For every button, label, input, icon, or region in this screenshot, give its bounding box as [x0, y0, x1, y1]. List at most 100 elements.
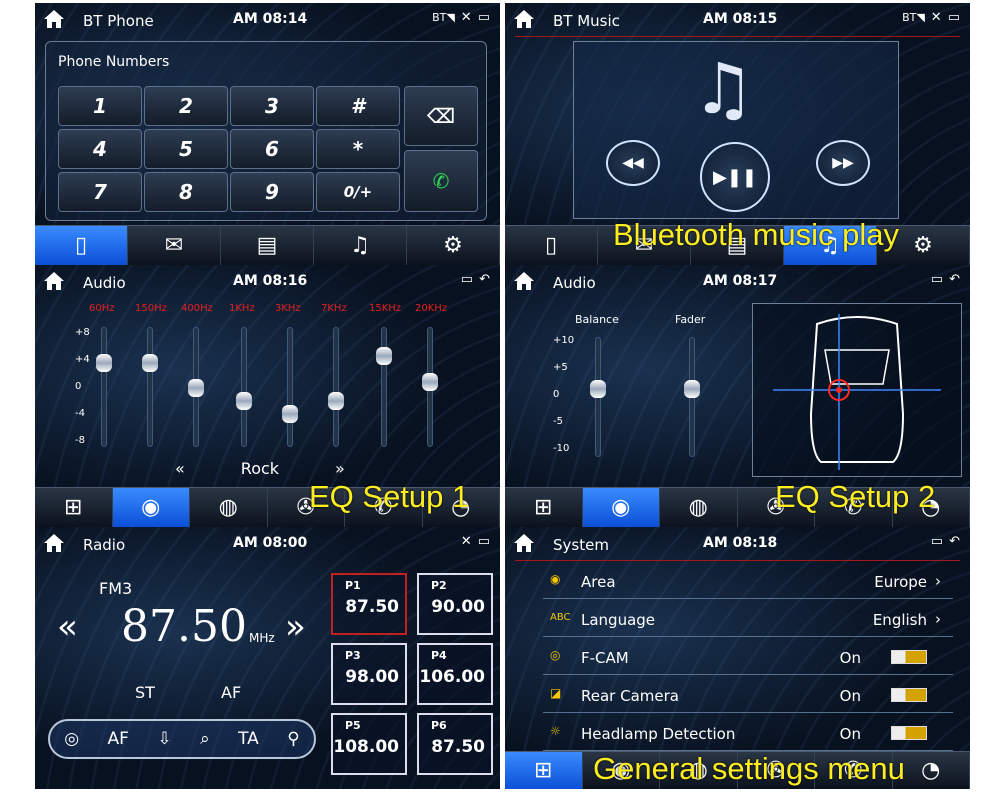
search-icon[interactable]: ⌕ — [200, 729, 210, 749]
key-hash[interactable]: # — [316, 86, 400, 126]
screen-icon[interactable]: ▭ — [931, 534, 943, 549]
preset-p1[interactable]: P1 87.50 — [331, 573, 407, 635]
screen-icon[interactable]: ▭ — [478, 10, 490, 25]
tab-speaker[interactable]: ◉ — [583, 752, 660, 789]
tab-phonebook[interactable]: ▤ — [691, 226, 784, 265]
preset-p4[interactable]: P4 106.00 — [417, 643, 493, 705]
back-icon[interactable]: ↶ — [949, 272, 960, 287]
tab-settings[interactable]: ⚙ — [407, 226, 500, 265]
tab-windows[interactable]: ⊞ — [35, 488, 113, 527]
tab-palette[interactable]: ◍ — [660, 488, 738, 527]
eq-slider-1KHz[interactable] — [236, 327, 252, 447]
key-4[interactable]: 4 — [58, 129, 142, 169]
back-icon[interactable]: ↶ — [479, 272, 490, 287]
home-icon[interactable] — [513, 9, 535, 29]
setting-row-fcam[interactable]: ◎ F-CAM On — [543, 637, 953, 675]
tab-palette[interactable]: ◍ — [190, 488, 268, 527]
home-icon[interactable] — [513, 271, 535, 291]
key-6[interactable]: 6 — [230, 129, 314, 169]
key-5[interactable]: 5 — [144, 129, 228, 169]
tab-film[interactable]: ✇ — [268, 488, 345, 527]
tab-clock[interactable]: ◔ — [893, 752, 970, 789]
setting-row-language[interactable]: ABC Language English › — [543, 599, 953, 637]
home-icon[interactable] — [43, 533, 65, 553]
eq-slider-400Hz[interactable] — [188, 327, 204, 447]
toggle-switch[interactable] — [891, 688, 927, 702]
car-position-map[interactable] — [752, 303, 962, 477]
preset-next-button[interactable]: » — [335, 459, 345, 478]
screen-icon[interactable]: ▭ — [461, 272, 473, 287]
toggle-switch[interactable] — [891, 726, 927, 740]
toggle-switch[interactable] — [891, 650, 927, 664]
previous-button[interactable]: ◀◀ — [606, 140, 660, 186]
eq-slider-knob[interactable] — [96, 353, 112, 372]
preset-p5[interactable]: P5 108.00 — [331, 713, 407, 775]
balance-knob[interactable] — [590, 380, 606, 398]
setting-row-rear-camera[interactable]: ◪ Rear Camera On — [543, 675, 953, 713]
key-2[interactable]: 2 — [144, 86, 228, 126]
tab-clock[interactable]: ◔ — [423, 488, 500, 527]
eq-slider-150Hz[interactable] — [142, 327, 158, 447]
play-pause-button[interactable]: ▶❚❚ — [700, 142, 770, 212]
ta-button[interactable]: TA — [238, 729, 259, 749]
eq-slider-7KHz[interactable] — [328, 327, 344, 447]
tab-music[interactable]: ♫ — [784, 226, 877, 265]
key-8[interactable]: 8 — [144, 172, 228, 212]
tools-icon[interactable]: ✕ — [931, 10, 942, 25]
eq-slider-knob[interactable] — [236, 391, 252, 410]
eq-slider-knob[interactable] — [422, 372, 438, 391]
tab-speaker[interactable]: ◉ — [112, 488, 190, 527]
tab-clock[interactable]: ◔ — [893, 488, 970, 527]
fader-slider[interactable] — [684, 337, 700, 457]
tab-phone[interactable]: ▯ — [35, 226, 128, 265]
tab-phonebook[interactable]: ▤ — [221, 226, 314, 265]
tab-settings[interactable]: ⚙ — [877, 226, 970, 265]
tab-speaker[interactable]: ◉ — [582, 488, 660, 527]
preset-p2[interactable]: P2 90.00 — [417, 573, 493, 635]
tab-call-log[interactable]: ✉ — [128, 226, 221, 265]
preset-p3[interactable]: P3 98.00 — [331, 643, 407, 705]
tab-film[interactable]: ✇ — [738, 752, 815, 789]
seek-prev-button[interactable]: « — [57, 607, 78, 647]
save-icon[interactable]: ⇩ — [157, 729, 171, 749]
tab-phone[interactable]: ✆ — [345, 488, 423, 527]
eq-slider-knob[interactable] — [142, 353, 158, 372]
tab-film[interactable]: ✇ — [738, 488, 815, 527]
eq-slider-60Hz[interactable] — [96, 327, 112, 447]
screen-icon[interactable]: ▭ — [478, 534, 490, 549]
key-3[interactable]: 3 — [230, 86, 314, 126]
key-9[interactable]: 9 — [230, 172, 314, 212]
tab-phone[interactable]: ▯ — [505, 226, 598, 265]
tab-call-log[interactable]: ✉ — [598, 226, 691, 265]
next-button[interactable]: ▶▶ — [816, 140, 870, 186]
eq-slider-knob[interactable] — [188, 379, 204, 397]
eq-slider-knob[interactable] — [282, 404, 298, 423]
back-icon[interactable]: ↶ — [949, 534, 960, 549]
fader-knob[interactable] — [684, 380, 700, 398]
tab-phone[interactable]: ✆ — [815, 752, 893, 789]
tab-windows[interactable]: ⊞ — [505, 488, 583, 527]
key-7[interactable]: 7 — [58, 172, 142, 212]
tools-icon[interactable]: ✕ — [461, 534, 472, 549]
balance-slider[interactable] — [590, 337, 606, 457]
key-1[interactable]: 1 — [58, 86, 142, 126]
key-0-plus[interactable]: 0/+ — [316, 172, 400, 212]
setting-row-area[interactable]: ◉ Area Europe › — [543, 561, 953, 599]
seek-next-button[interactable]: » — [285, 607, 306, 647]
eq-slider-20KHz[interactable] — [422, 327, 438, 447]
tools-icon[interactable]: ✕ — [461, 10, 472, 25]
home-icon[interactable] — [43, 9, 65, 29]
backspace-button[interactable]: ⌫ — [404, 86, 478, 146]
preset-prev-button[interactable]: « — [175, 459, 185, 478]
tab-windows[interactable]: ⊞ — [505, 752, 583, 789]
home-icon[interactable] — [513, 533, 535, 553]
eq-slider-15KHz[interactable] — [376, 327, 392, 447]
home-icon[interactable] — [43, 271, 65, 291]
antenna-icon[interactable]: ⚲ — [287, 729, 299, 749]
call-button[interactable]: ✆ — [404, 150, 478, 212]
eq-slider-3KHz[interactable] — [282, 327, 298, 447]
eq-slider-knob[interactable] — [376, 347, 392, 366]
stereo-mode-icon[interactable]: ◎ — [64, 729, 79, 749]
key-star[interactable]: * — [316, 129, 400, 169]
tab-phone[interactable]: ✆ — [815, 488, 893, 527]
